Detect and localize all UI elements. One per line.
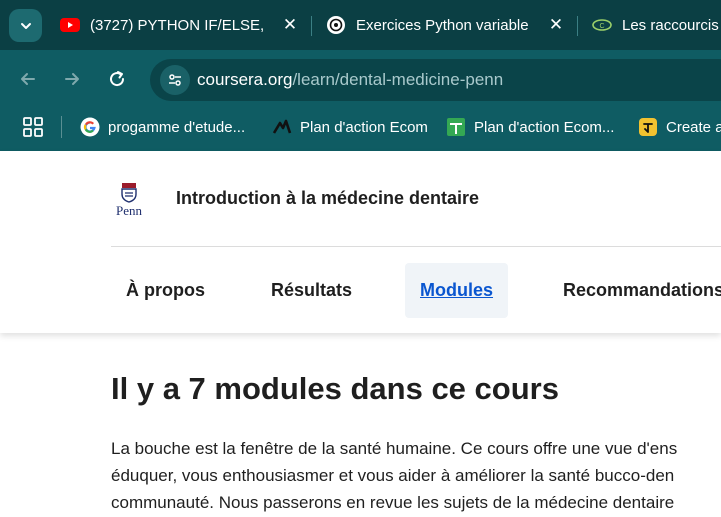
notion-icon [272, 117, 292, 137]
page-content: Penn Introduction à la médecine dentaire… [0, 151, 721, 517]
svg-text:C: C [599, 23, 604, 30]
bookmark-label: progamme d'etude... [108, 118, 246, 136]
url-domain: coursera.org [197, 70, 293, 89]
tune-icon [169, 74, 181, 86]
close-icon[interactable]: ✕ [546, 15, 566, 35]
description-line: éduquer, vous enthousiasmer et vous aide… [111, 466, 675, 485]
bookmark-item[interactable]: Create a [638, 114, 721, 140]
tab-modules[interactable]: Modules [405, 263, 508, 318]
site-info-button[interactable] [160, 65, 190, 95]
tab-recommandations[interactable]: Recommandations [547, 263, 721, 318]
tab-search-button[interactable] [9, 9, 42, 42]
tab-a-propos[interactable]: À propos [110, 263, 221, 318]
header-divider [111, 246, 721, 247]
browser-chrome: (3727) PYTHON IF/ELSE, W ✕ Exercices Pyt… [0, 0, 721, 151]
tab-separator [311, 16, 312, 36]
url-path: /learn/dental-medicine-penn [292, 70, 504, 89]
bookmark-item[interactable]: progamme d'etude... [80, 114, 245, 140]
bookmark-item[interactable]: Plan d'action Ecom... [446, 114, 614, 140]
tab-openai[interactable]: Exercices Python variables ✕ [326, 0, 566, 50]
bookmark-label: Plan d'action Ecom [300, 118, 428, 136]
tab-youtube[interactable]: (3727) PYTHON IF/ELSE, W ✕ [60, 0, 300, 50]
url-text[interactable]: coursera.org/learn/dental-medicine-penn [197, 70, 503, 90]
modules-heading: Il y a 7 modules dans ce cours [111, 371, 559, 406]
create-icon [638, 117, 658, 137]
course-description: La bouche est la fenêtre de la santé hum… [111, 435, 721, 517]
tab-title: (3727) PYTHON IF/ELSE, W [90, 16, 267, 34]
google-icon [80, 117, 100, 137]
tab-separator [577, 16, 578, 36]
apps-grid-icon[interactable] [22, 116, 44, 138]
forward-button[interactable] [56, 63, 88, 95]
bookmark-label: Plan d'action Ecom... [474, 118, 615, 136]
bookmark-label: Create a [666, 118, 721, 136]
youtube-icon [60, 15, 80, 35]
bookmarks-separator [61, 116, 62, 138]
tab-strip: (3727) PYTHON IF/ELSE, W ✕ Exercices Pyt… [0, 0, 721, 50]
site-icon: C [592, 15, 612, 35]
chevron-down-icon [20, 22, 31, 29]
browser-toolbar: coursera.org/learn/dental-medicine-penn [0, 50, 721, 108]
tab-resultats[interactable]: Résultats [255, 263, 368, 318]
reload-icon [110, 71, 125, 87]
tab-raccourcis[interactable]: C Les raccourcis c [592, 0, 721, 50]
close-icon[interactable]: ✕ [280, 15, 300, 35]
logo-text: Penn [116, 203, 143, 218]
openai-icon [326, 15, 346, 35]
tab-title: Les raccourcis c [622, 16, 721, 34]
bookmark-item[interactable]: Plan d'action Ecom [272, 114, 428, 140]
description-line: La bouche est la fenêtre de la santé hum… [111, 439, 678, 458]
description-line: communauté. Nous passerons en revue les … [111, 493, 675, 512]
back-button[interactable] [12, 63, 44, 95]
course-header: Penn Introduction à la médecine dentaire… [0, 151, 721, 333]
bookmarks-bar: progamme d'etude... Plan d'action Ecom P… [0, 108, 721, 151]
course-title: Introduction à la médecine dentaire [176, 188, 480, 208]
reload-button[interactable] [101, 63, 133, 95]
sheets-icon [446, 117, 466, 137]
penn-logo[interactable]: Penn [110, 181, 148, 219]
address-bar[interactable]: coursera.org/learn/dental-medicine-penn [150, 59, 721, 101]
arrow-right-icon [65, 73, 79, 85]
arrow-left-icon [21, 73, 35, 85]
tab-title: Exercices Python variables [356, 16, 528, 34]
